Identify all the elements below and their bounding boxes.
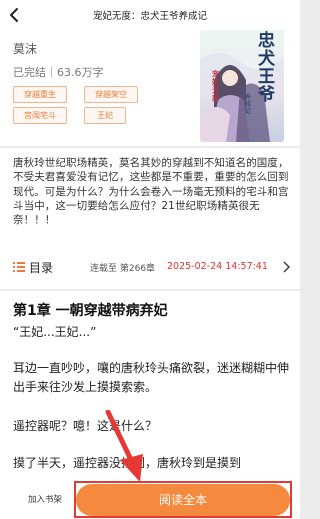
list-icon	[13, 262, 25, 272]
latest-chapter: 连载至 第266章	[90, 264, 156, 274]
chapter-paragraph: 摸了半天，遥控器没找到，唐秋玲到是摸到	[13, 454, 291, 473]
book-info: 莫沫 已完结｜63.6万字 穿越重生 穿越架空 宫闱宅斗 王妃 宠妃无度 忠犬王…	[0, 30, 300, 146]
chapter-paragraph: “王妃...王妃...”	[13, 325, 97, 339]
tag-item[interactable]: 穿越重生	[13, 86, 67, 103]
annotation-arrow	[105, 410, 143, 482]
book-status: 已完结｜63.6万字	[13, 66, 104, 79]
toc-label: 目录	[29, 261, 54, 275]
chevron-right-icon	[283, 261, 291, 273]
table-of-contents-row[interactable]: 目录 连载至 第266章 2025-02-24 14:57:41	[0, 252, 300, 289]
update-date: 2025-02-24 14:57:41	[167, 261, 268, 272]
cover-subtitle: 养成记	[245, 94, 252, 115]
tag-item[interactable]: 宫闱宅斗	[13, 107, 67, 124]
tag-item[interactable]: 王妃	[84, 107, 126, 124]
cover-title-small: 宠妃无度	[212, 70, 219, 102]
add-to-shelf-button[interactable]: 加入书架	[28, 493, 62, 505]
book-synopsis: 唐秋玲世纪职场精英，莫名其妙的穿越到不知道名的国度，不受夫君喜爱没有记忆，这些都…	[13, 157, 289, 227]
chapter-paragraph: 遥控器呢？噫！这是什么？	[13, 419, 158, 433]
chapter-paragraph: 耳边一直吵吵，嚷的唐秋玲头痛欲裂，迷迷糊糊中伸出手来往沙发上摸摸索索。	[13, 361, 290, 394]
cover-title-large: 忠犬王爷	[258, 31, 275, 105]
book-cover[interactable]: 宠妃无度 忠犬王爷 养成记	[200, 30, 284, 142]
chapter-title: 第1章 一朝穿越带病弃妃	[13, 303, 168, 319]
highlight-box	[74, 481, 292, 518]
top-bar: 宠妃无度：忠犬王爷养成记	[0, 0, 300, 30]
tag-item[interactable]: 穿越架空	[84, 86, 138, 103]
author-name[interactable]: 莫沫	[13, 40, 37, 57]
page-title: 宠妃无度：忠犬王爷养成记	[92, 11, 207, 22]
